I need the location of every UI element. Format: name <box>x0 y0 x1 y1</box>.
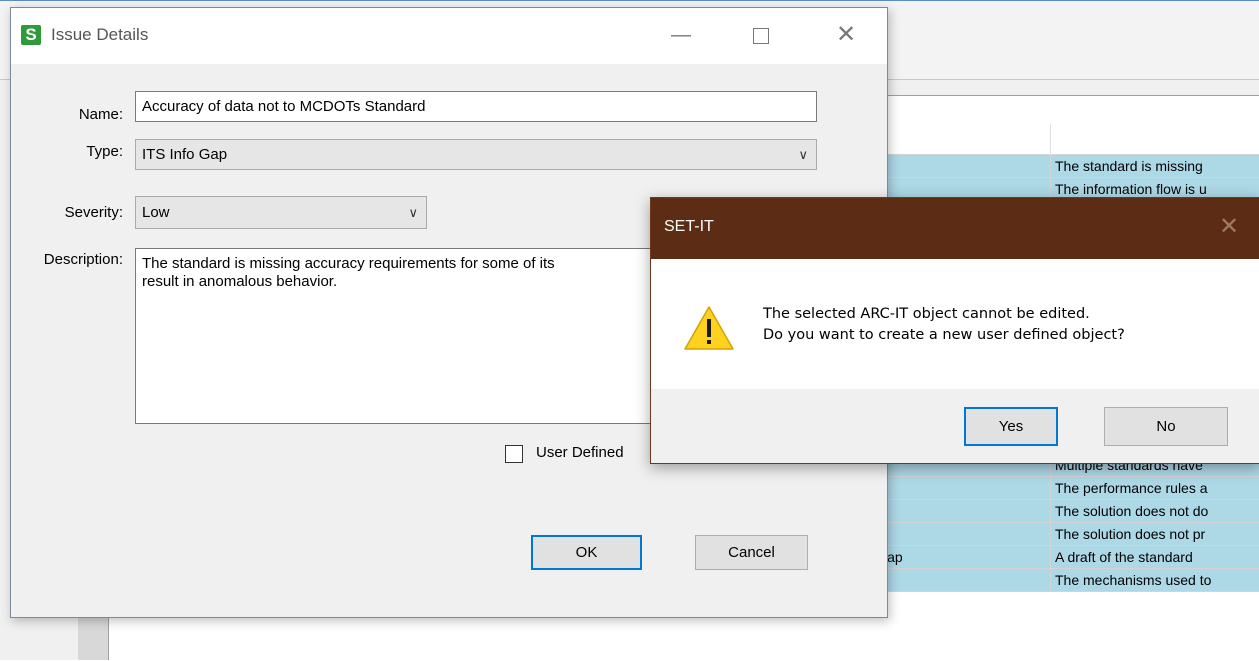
ok-button[interactable]: OK <box>531 535 642 570</box>
warning-triangle-icon <box>683 305 735 351</box>
severity-dropdown[interactable]: Low ∨ <box>135 196 427 229</box>
maximize-icon <box>753 28 769 44</box>
chevron-down-icon: ∨ <box>798 140 808 169</box>
issue-description-cell[interactable]: The standard is missing <box>1051 155 1259 178</box>
no-button[interactable]: No <box>1104 407 1228 446</box>
dialog-body: The selected ARC-IT object cannot be edi… <box>651 259 1259 389</box>
close-button[interactable]: ✕ <box>831 22 861 48</box>
issue-description-cell[interactable]: A draft of the standard <box>1051 546 1259 569</box>
minimize-button[interactable]: — <box>666 22 696 48</box>
type-selected-value: ITS Info Gap <box>142 146 227 163</box>
dialog-message-line: The selected ARC-IT object cannot be edi… <box>763 304 1125 325</box>
chevron-down-icon: ∨ <box>408 197 418 228</box>
type-label: Type: <box>51 143 123 160</box>
description-field[interactable]: The standard is missing accuracy require… <box>135 248 695 424</box>
description-label: Description: <box>11 251 123 268</box>
user-defined-label: User Defined <box>536 444 624 461</box>
issue-window-title: Issue Details <box>51 25 148 45</box>
issue-description-cell[interactable]: The mechanisms used to <box>1051 569 1259 592</box>
grid-header-description[interactable] <box>1051 124 1259 155</box>
name-label: Name: <box>51 106 123 123</box>
cancel-button[interactable]: Cancel <box>695 535 808 570</box>
dialog-message: The selected ARC-IT object cannot be edi… <box>763 304 1125 346</box>
set-it-logo-icon: S <box>21 25 41 45</box>
grid-row-handle[interactable] <box>78 615 109 660</box>
type-dropdown[interactable]: ITS Info Gap ∨ <box>135 139 817 170</box>
dialog-close-icon[interactable]: ✕ <box>1219 212 1239 241</box>
dialog-message-line: Do you want to create a new user defined… <box>763 325 1125 346</box>
maximize-button[interactable] <box>746 22 776 48</box>
set-it-dialog: SET-IT ✕ The selected ARC-IT object cann… <box>650 197 1259 464</box>
issue-description-cell[interactable]: The solution does not do <box>1051 500 1259 523</box>
dialog-title: SET-IT <box>664 218 714 236</box>
yes-button[interactable]: Yes <box>964 407 1058 446</box>
severity-label: Severity: <box>31 204 123 221</box>
issue-window-titlebar[interactable]: S Issue Details — ✕ <box>11 8 887 64</box>
issue-description-cell[interactable]: The solution does not pr <box>1051 523 1259 546</box>
dialog-titlebar[interactable]: SET-IT ✕ <box>651 198 1259 259</box>
user-defined-checkbox[interactable] <box>505 445 523 463</box>
severity-selected-value: Low <box>142 204 170 221</box>
issue-description-cell[interactable]: The performance rules a <box>1051 477 1259 500</box>
name-field[interactable]: Accuracy of data not to MCDOTs Standard <box>135 91 817 122</box>
